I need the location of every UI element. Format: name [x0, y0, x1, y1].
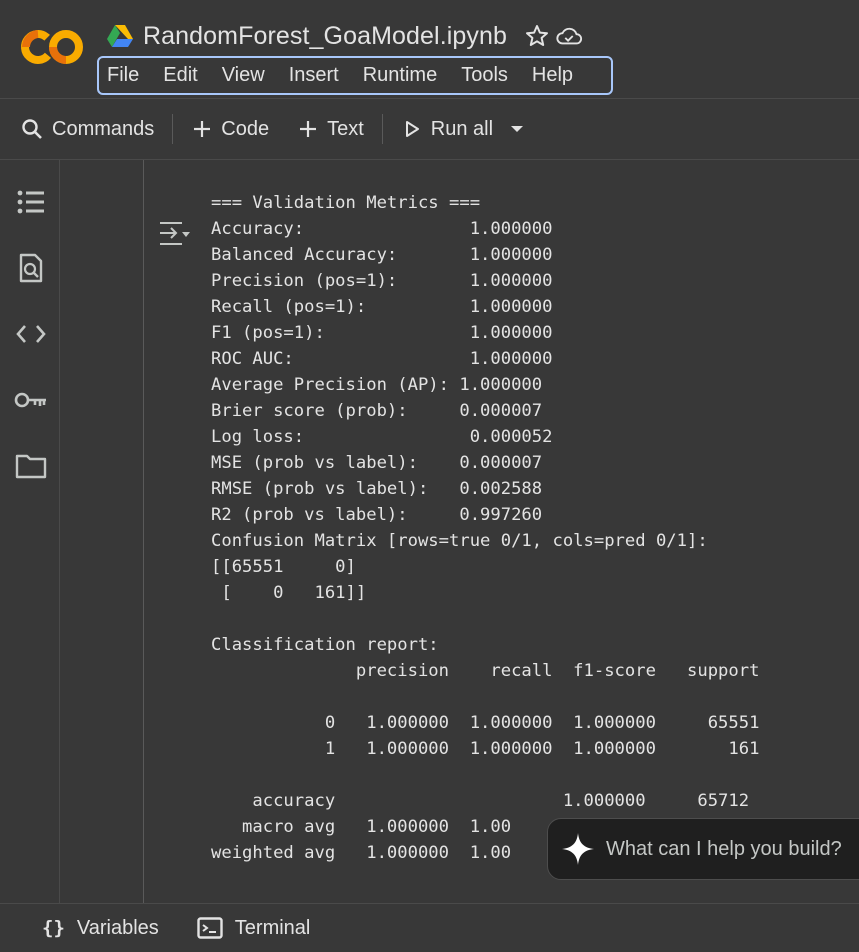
output-line: === Validation Metrics ===: [211, 193, 481, 213]
output-line: ROC AUC: 1.000000: [211, 349, 553, 369]
menu-runtime[interactable]: Runtime: [363, 64, 437, 87]
output-line: accuracy 1.000000 65712: [211, 791, 750, 811]
output-line: Accuracy: 1.000000: [211, 219, 553, 239]
title-row: RandomForest_GoaModel.ipynb: [107, 18, 583, 54]
commands-button[interactable]: Commands: [20, 109, 154, 149]
variables-label: Variables: [76, 916, 159, 939]
menu-bar: File Edit View Insert Runtime Tools Help: [97, 56, 613, 95]
bottom-bar: {} Variables Terminal: [0, 903, 859, 952]
search-icon: [22, 119, 42, 139]
cloud-check-icon[interactable]: [555, 22, 583, 50]
add-code-button[interactable]: Code: [191, 109, 269, 149]
menu-help[interactable]: Help: [532, 64, 573, 87]
run-all-label: Run all: [430, 117, 494, 140]
toolbar: Commands Code Text Run all: [0, 98, 859, 160]
menu-insert[interactable]: Insert: [289, 64, 339, 87]
plus-icon: [194, 121, 211, 137]
output-line: Brier score (prob): 0.000007: [211, 401, 543, 421]
output-line: MSE (prob vs label): 0.000007: [211, 453, 543, 473]
menu-view[interactable]: View: [222, 64, 265, 87]
code-snippets-icon[interactable]: [14, 317, 48, 351]
output-line: [ 0 161]]: [211, 583, 367, 603]
files-folder-icon[interactable]: [14, 449, 48, 483]
toolbar-divider: [172, 114, 174, 144]
output-line: Balanced Accuracy: 1.000000: [211, 245, 553, 265]
table-of-contents-icon[interactable]: [14, 185, 48, 219]
play-icon: [405, 121, 419, 137]
cell-gutter: [60, 160, 144, 903]
output-line: Average Precision (AP): 1.000000: [211, 375, 543, 395]
terminal-label: Terminal: [234, 916, 311, 939]
output-line: precision recall f1-score support: [211, 661, 760, 681]
gemini-prompt-text: What can I help you build?: [606, 837, 842, 860]
gemini-prompt-chip[interactable]: What can I help you build?: [547, 818, 859, 880]
add-text-label: Text: [327, 117, 364, 140]
toolbar-divider: [381, 114, 383, 144]
run-all-button[interactable]: Run all: [401, 109, 493, 149]
output-line: ​: [211, 606, 759, 632]
output-line: ​: [211, 684, 759, 710]
terminal-icon: [197, 917, 223, 939]
output-line: Confusion Matrix [rows=true 0/1, cols=pr…: [211, 531, 708, 551]
output-line: Log loss: 0.000052: [211, 427, 553, 447]
menu-edit[interactable]: Edit: [163, 64, 197, 87]
sparkle-icon: [562, 833, 594, 865]
variables-button[interactable]: {} Variables: [42, 917, 159, 940]
output-line: 1 1.000000 1.000000 1.000000 161: [211, 739, 760, 759]
secrets-key-icon[interactable]: [14, 383, 48, 417]
output-line: Recall (pos=1): 1.000000: [211, 297, 553, 317]
caret-down-icon: [511, 126, 524, 132]
menu-tools[interactable]: Tools: [461, 64, 508, 87]
output-line: Classification report:: [211, 635, 439, 655]
notebook-title[interactable]: RandomForest_GoaModel.ipynb: [143, 22, 507, 51]
output-line: RMSE (prob vs label): 0.002588: [211, 479, 543, 499]
left-sidebar: [0, 160, 60, 903]
run-all-dropdown[interactable]: [507, 109, 535, 149]
cell-output: === Validation Metrics === Accuracy: 1.00…: [211, 190, 759, 866]
terminal-button[interactable]: Terminal: [197, 916, 311, 940]
commands-label: Commands: [52, 117, 155, 140]
add-code-label: Code: [221, 117, 270, 140]
braces-icon: {}: [42, 917, 65, 939]
output-actions-icon[interactable]: [158, 220, 192, 248]
output-line: R2 (prob vs label): 0.997260: [211, 505, 543, 525]
output-line: F1 (pos=1): 1.000000: [211, 323, 553, 343]
star-icon[interactable]: [523, 22, 551, 50]
menu-file[interactable]: File: [107, 64, 139, 87]
google-drive-icon[interactable]: [107, 24, 133, 48]
output-line: [[65551 0]: [211, 557, 356, 577]
output-line: Precision (pos=1): 1.000000: [211, 271, 553, 291]
add-text-button[interactable]: Text: [297, 109, 364, 149]
plus-icon: [300, 121, 317, 137]
find-replace-icon[interactable]: [14, 251, 48, 285]
colab-logo[interactable]: [20, 26, 84, 68]
output-line: 0 1.000000 1.000000 1.000000 65551: [211, 713, 760, 733]
header: RandomForest_GoaModel.ipynb File Edit Vi…: [0, 0, 859, 98]
output-line: ​: [211, 762, 759, 788]
